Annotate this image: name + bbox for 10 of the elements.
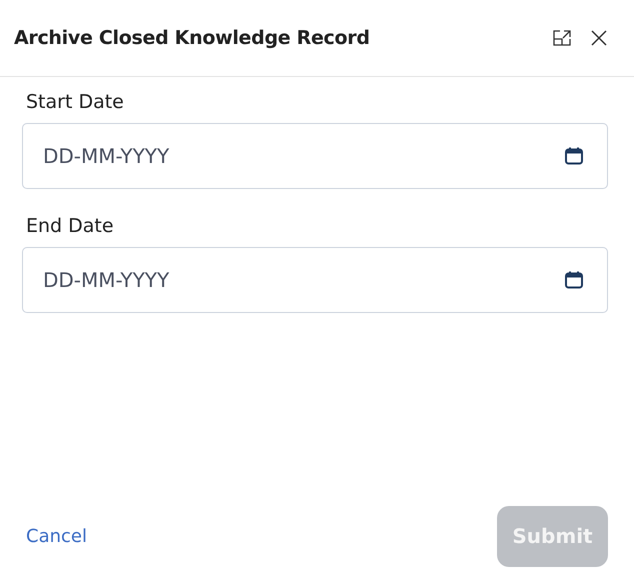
cancel-link[interactable]: Cancel [26,526,87,546]
calendar-icon[interactable] [564,146,584,166]
calendar-icon[interactable] [564,270,584,290]
field-label: Start Date [26,91,125,113]
date-field[interactable]: DD-MM-YYYY [22,247,608,313]
dialog-title: Archive Closed Knowledge Record [14,27,370,49]
close-icon[interactable] [590,29,608,47]
field-label: End Date [26,215,115,237]
date-field[interactable]: DD-MM-YYYY [22,123,608,189]
pop-out-icon[interactable] [552,29,572,47]
